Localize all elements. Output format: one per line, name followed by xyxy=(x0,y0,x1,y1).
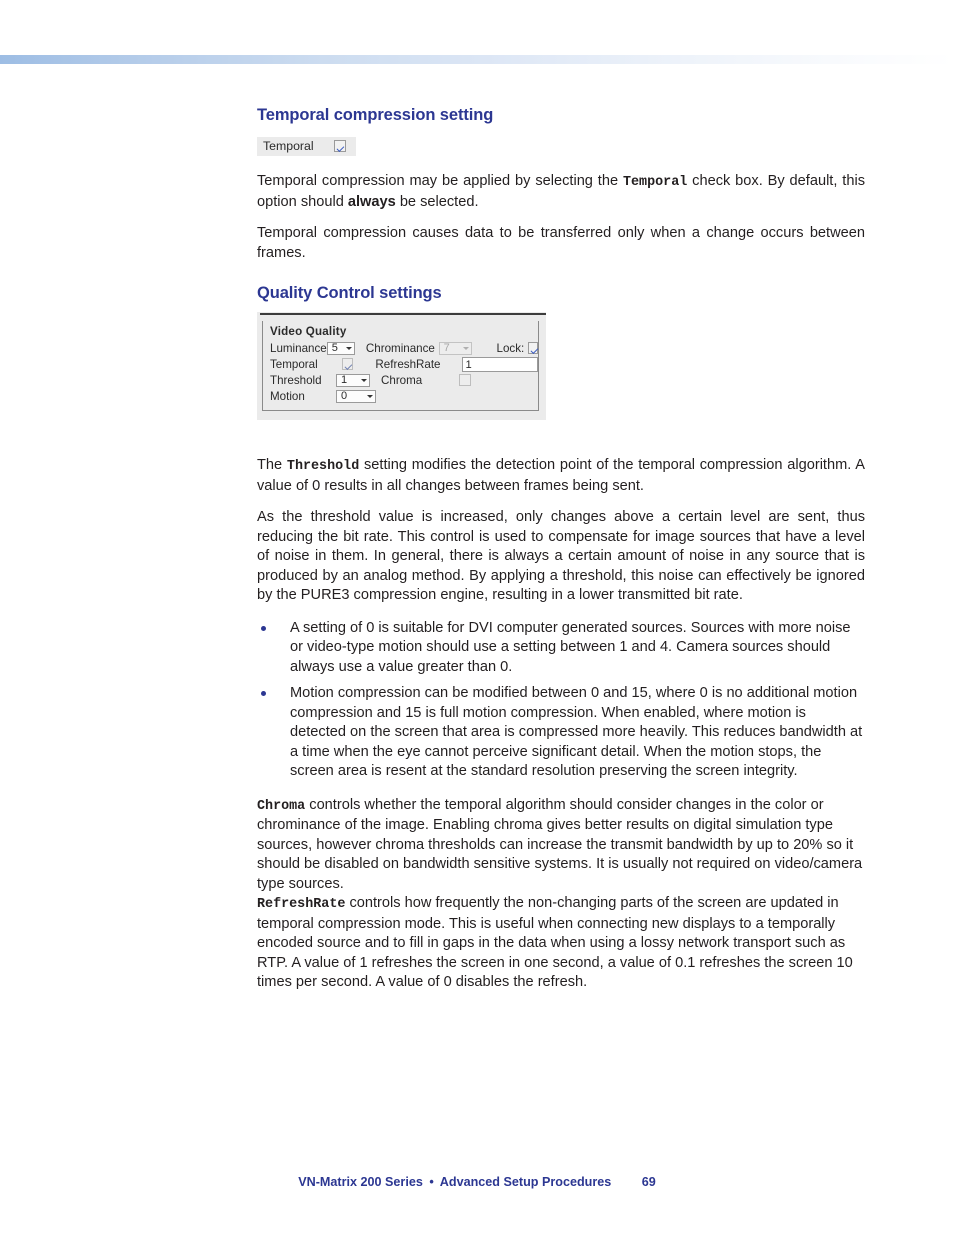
refreshrate-input[interactable]: 1 xyxy=(461,356,538,372)
page-footer: VN-Matrix 200 Series • Advanced Setup Pr… xyxy=(0,1175,954,1189)
lock-label: Lock: xyxy=(496,341,525,355)
paragraph-temporal-intro-part3: be selected. xyxy=(395,193,479,210)
paragraph-temporal-intro-part1: Temporal compression may be applied by s… xyxy=(257,173,623,189)
list-item-text: Motion compression can be modified betwe… xyxy=(290,685,863,779)
video-quality-row-motion: Motion 0 xyxy=(270,388,538,404)
chevron-down-icon xyxy=(462,346,469,350)
threshold-label: Threshold xyxy=(270,373,322,387)
luminance-label: Luminance xyxy=(270,341,327,355)
chrominance-value: 7 xyxy=(443,342,450,354)
paragraph-chroma-body: controls whether the temporal algorithm … xyxy=(257,796,863,892)
threshold-bullet-list: A setting of 0 is suitable for DVI compu… xyxy=(257,619,865,782)
paragraph-chroma: Chroma controls whether the temporal alg… xyxy=(257,796,865,895)
chevron-down-icon xyxy=(361,378,367,382)
video-quality-panel-title: Video Quality xyxy=(270,325,347,338)
paragraph-refreshrate-body: controls how frequently the non-changing… xyxy=(257,895,853,990)
list-item-text: A setting of 0 is suitable for DVI compu… xyxy=(290,619,851,675)
screenshot-video-quality-panel: Video Quality Luminance 5 Chrominance 7 … xyxy=(257,312,546,420)
inline-code-refreshrate: RefreshRate xyxy=(257,897,346,912)
inline-code-threshold: Threshold xyxy=(286,459,360,474)
list-item: Motion compression can be modified betwe… xyxy=(257,684,865,782)
page-title-temporal-compression-setting: Temporal compression setting xyxy=(257,106,494,124)
footer-chapter-title: Advanced Setup Procedures xyxy=(439,1175,612,1189)
chevron-down-icon xyxy=(367,394,373,398)
refreshrate-label: RefreshRate xyxy=(375,357,441,371)
video-quality-row-threshold: Threshold 1 Chroma xyxy=(270,372,538,388)
video-quality-panel-frame: Video Quality Luminance 5 Chrominance 7 … xyxy=(262,321,539,411)
paragraph-threshold-intro: The Threshold setting modifies the detec… xyxy=(257,456,865,496)
panel-temporal-label: Temporal xyxy=(270,357,318,371)
footer-separator: • xyxy=(429,1175,434,1189)
footer-page-number: 69 xyxy=(641,1175,656,1189)
page-content: Temporal compression setting Temporal Te… xyxy=(257,0,865,993)
page-title-quality-control-settings: Quality Control settings xyxy=(257,284,442,302)
chevron-down-icon xyxy=(345,346,352,350)
paragraph-temporal-intro: Temporal compression may be applied by s… xyxy=(257,172,865,212)
inline-code-chroma: Chroma xyxy=(257,798,306,814)
temporal-checkbox[interactable] xyxy=(333,140,346,152)
list-item: A setting of 0 is suitable for DVI compu… xyxy=(257,619,865,678)
paragraph-refreshrate: RefreshRate controls how frequently the … xyxy=(257,894,865,993)
motion-dropdown[interactable]: 0 xyxy=(336,389,376,403)
chroma-checkbox[interactable] xyxy=(459,374,471,386)
temporal-checkbox-label: Temporal xyxy=(263,139,314,153)
paragraph-temporal-data-transfer: Temporal compression causes data to be t… xyxy=(257,225,865,261)
video-quality-row-luminance: Luminance 5 Chrominance 7 Lock: xyxy=(270,340,538,356)
screenshot-temporal-checkbox-widget: Temporal xyxy=(257,137,356,156)
inline-bold-always: always xyxy=(347,193,396,210)
threshold-dropdown[interactable]: 1 xyxy=(336,373,370,387)
chrominance-label: Chrominance xyxy=(365,341,435,355)
motion-value: 0 xyxy=(341,390,348,402)
inline-code-temporal: Temporal xyxy=(622,175,688,190)
motion-label: Motion xyxy=(270,389,305,403)
lock-checkbox[interactable] xyxy=(528,342,538,354)
bullet-dot-icon xyxy=(261,691,266,696)
panel-temporal-checkbox[interactable] xyxy=(341,358,354,370)
luminance-dropdown[interactable]: 5 xyxy=(326,341,355,355)
footer-product-title: VN-Matrix 200 Series xyxy=(298,1175,423,1189)
threshold-value: 1 xyxy=(341,374,348,386)
paragraph-threshold-intro-part1: The xyxy=(257,457,287,473)
bullet-dot-icon xyxy=(261,625,266,631)
video-quality-row-temporal: Temporal RefreshRate 1 xyxy=(270,356,538,372)
luminance-value: 5 xyxy=(331,342,338,354)
paragraph-threshold-detail: As the threshold value is increased, onl… xyxy=(257,509,865,603)
chrominance-dropdown[interactable]: 7 xyxy=(438,341,472,355)
